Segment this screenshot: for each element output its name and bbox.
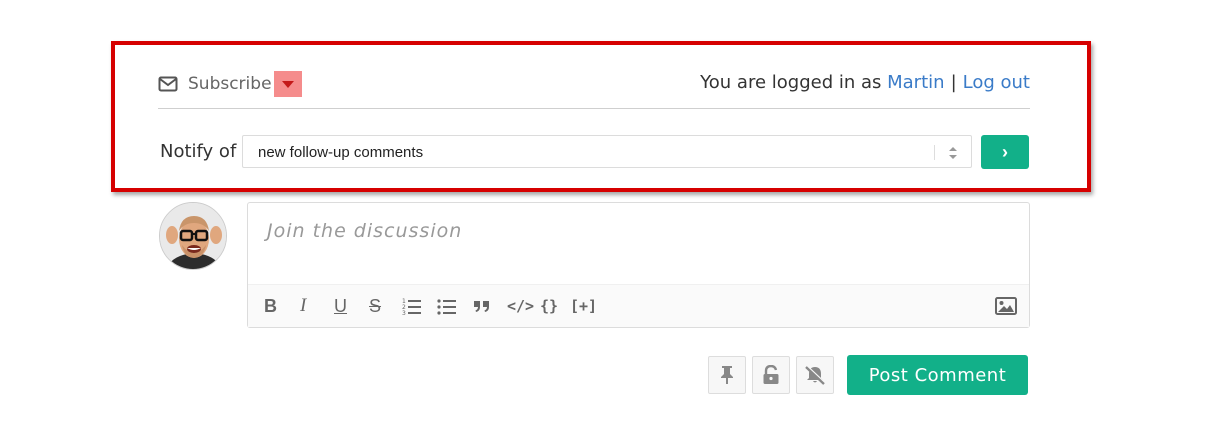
subscribe-control[interactable]: Subscribe: [158, 70, 302, 98]
notify-submit-button[interactable]: ›: [981, 135, 1029, 169]
italic-button[interactable]: I: [300, 295, 306, 316]
highlight-frame: [111, 41, 1091, 192]
envelope-icon: [158, 75, 178, 93]
spoiler-icon[interactable]: [+]: [570, 297, 597, 315]
notify-label: Notify of: [160, 141, 237, 162]
separator: |: [950, 72, 957, 93]
svg-text:3: 3: [402, 310, 406, 315]
subscribe-bar: Subscribe You are logged in as Martin | Lo…: [158, 70, 1030, 109]
editor-toolbar: B I U S 1 2 3 </> {} [+]: [248, 284, 1029, 327]
pin-icon[interactable]: [708, 356, 746, 394]
subscribe-label: Subscribe: [188, 74, 272, 94]
code-block-icon[interactable]: {}: [540, 297, 558, 315]
code-icon[interactable]: </>: [507, 297, 534, 315]
ordered-list-icon[interactable]: 1 2 3: [402, 297, 422, 315]
select-divider: [934, 145, 935, 160]
underline-button[interactable]: U: [334, 296, 347, 316]
unlock-icon[interactable]: [752, 356, 790, 394]
select-arrows-icon: [949, 146, 957, 160]
login-status: You are logged in as Martin | Log out: [700, 72, 1030, 93]
quote-icon[interactable]: [473, 297, 491, 315]
bullet-list-icon[interactable]: [437, 297, 457, 315]
notify-selected-value: new follow-up comments: [258, 144, 424, 161]
logged-in-text: You are logged in as: [700, 72, 882, 93]
strikethrough-button[interactable]: S: [369, 296, 381, 316]
mute-notification-icon[interactable]: [796, 356, 834, 394]
bold-button[interactable]: B: [264, 296, 277, 316]
notify-select[interactable]: new follow-up comments: [242, 135, 972, 168]
username-link[interactable]: Martin: [887, 72, 944, 93]
logout-link[interactable]: Log out: [963, 72, 1030, 93]
image-upload-icon[interactable]: [995, 297, 1017, 315]
comment-placeholder: Join the discussion: [267, 220, 463, 242]
chevron-down-icon[interactable]: [273, 71, 302, 97]
post-comment-button[interactable]: Post Comment: [847, 355, 1028, 395]
avatar: [159, 202, 227, 270]
comment-editor[interactable]: Join the discussion B I U S 1 2 3 </> {}…: [247, 202, 1030, 328]
